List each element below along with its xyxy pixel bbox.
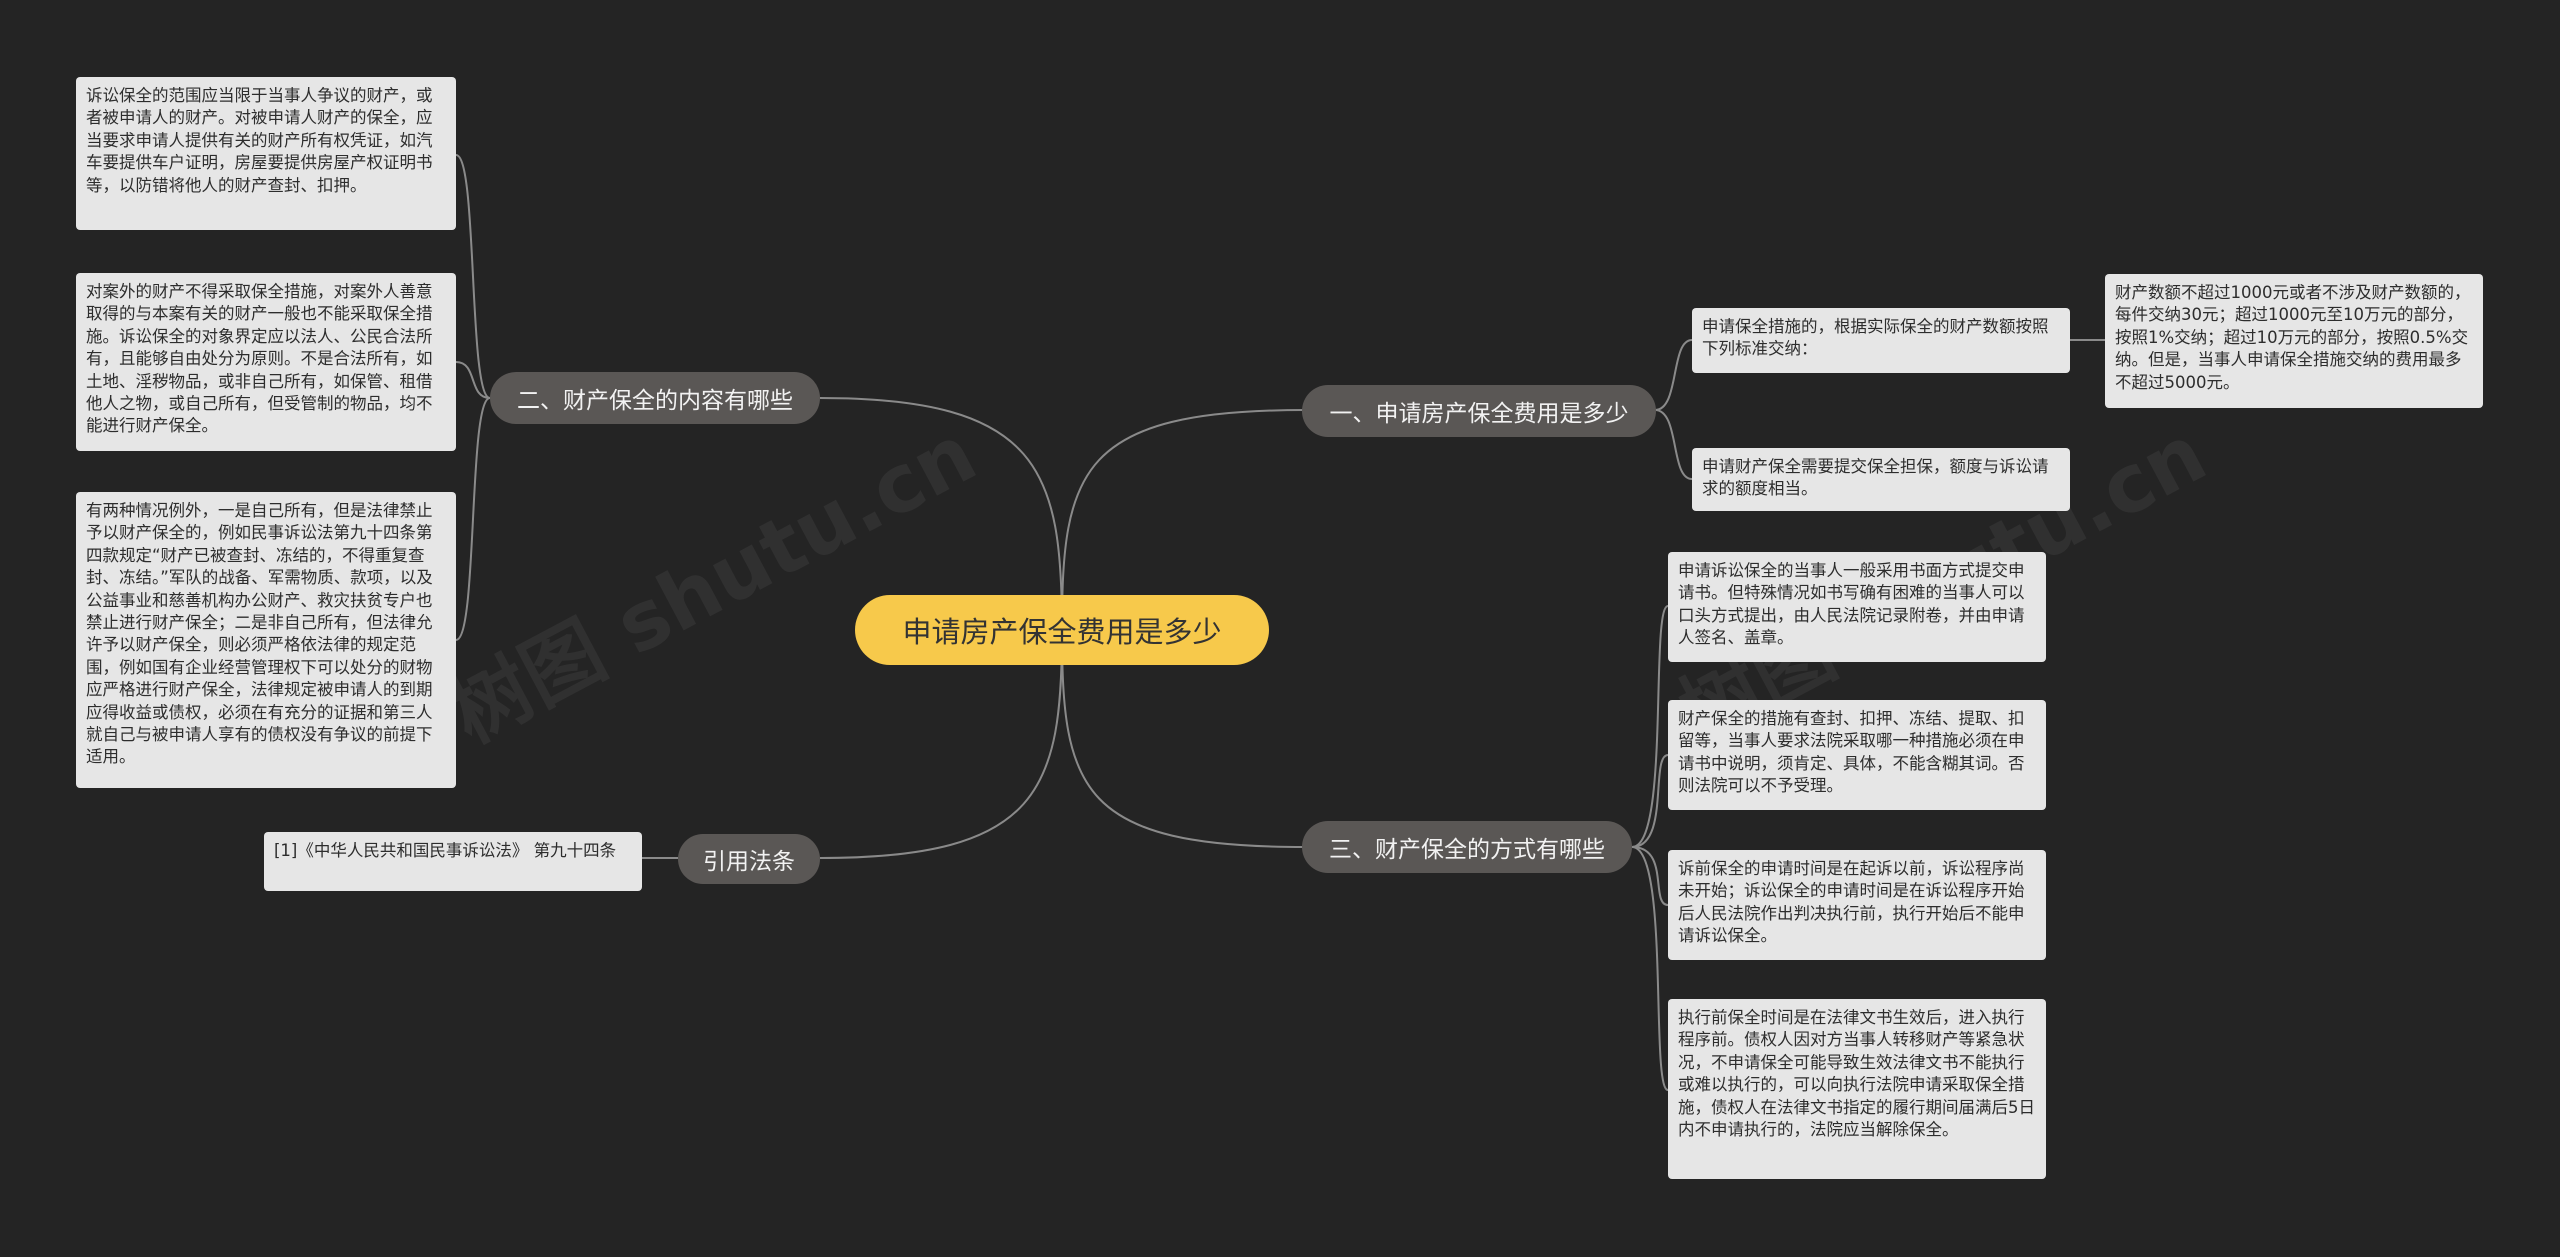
link-b2-leaf1 <box>455 154 491 399</box>
branch-methods-topic[interactable]: 三、财产保全的方式有哪些 <box>1302 821 1632 873</box>
link-b3-leaf4 <box>1631 846 1669 1091</box>
branch-fee-topic[interactable]: 一、申请房产保全费用是多少 <box>1302 385 1656 437</box>
leaf-fee-guarantee[interactable]: 申请财产保全需要提交保全担保，额度与诉讼请求的额度相当。 <box>1692 448 2070 511</box>
leaf-law-citation[interactable]: [1]《中华人民共和国民事诉讼法》 第九十四条 <box>264 832 642 891</box>
root-topic[interactable]: 申请房产保全费用是多少 <box>855 595 1269 665</box>
link-b3-leaf1 <box>1631 605 1669 848</box>
link-b1-leaf1 <box>1654 339 1693 411</box>
leaf-methods-application[interactable]: 申请诉讼保全的当事人一般采用书面方式提交申请书。但特殊情况如书写确有困难的当事人… <box>1668 552 2046 662</box>
branch-law-topic[interactable]: 引用法条 <box>678 834 820 884</box>
leaf-methods-timing[interactable]: 诉前保全的申请时间是在起诉以前，诉讼程序尚未开始；诉讼保全的申请时间是在诉讼程序… <box>1668 850 2046 960</box>
leaf-methods-pre-execution[interactable]: 执行前保全时间是在法律文书生效后，进入执行程序前。债权人因对方当事人转移财产等紧… <box>1668 999 2046 1179</box>
link-b3-leaf2 <box>1631 754 1669 848</box>
leaf-content-exceptions[interactable]: 有两种情况例外，一是自己所有，但是法律禁止予以财产保全的，例如民事诉讼法第九十四… <box>76 492 456 788</box>
mindmap-canvas: 树图 shutu.cn 树图 shutu.cn 申请房产保全费用是多少 一、申请… <box>0 0 2560 1257</box>
link-b1-leaf2 <box>1654 409 1693 480</box>
leaf-methods-measures[interactable]: 财产保全的措施有查封、扣押、冻结、提取、扣留等，当事人要求法院采取哪一种措施必须… <box>1668 700 2046 810</box>
branch-content-topic[interactable]: 二、财产保全的内容有哪些 <box>490 372 820 424</box>
leaf-content-exclusions[interactable]: 对案外的财产不得采取保全措施，对案外人善意取得的与本案有关的财产一般也不能采取保… <box>76 273 456 451</box>
leaf-content-scope[interactable]: 诉讼保全的范围应当限于当事人争议的财产，或者被申请人的财产。对被申请人财产的保全… <box>76 77 456 230</box>
leaf-fee-standard[interactable]: 申请保全措施的，根据实际保全的财产数额按照下列标准交纳： <box>1692 308 2070 373</box>
link-b2-leaf3 <box>455 397 491 641</box>
leaf-fee-amount-rules[interactable]: 财产数额不超过1000元或者不涉及财产数额的，每件交纳30元；超过1000元至1… <box>2105 274 2483 408</box>
